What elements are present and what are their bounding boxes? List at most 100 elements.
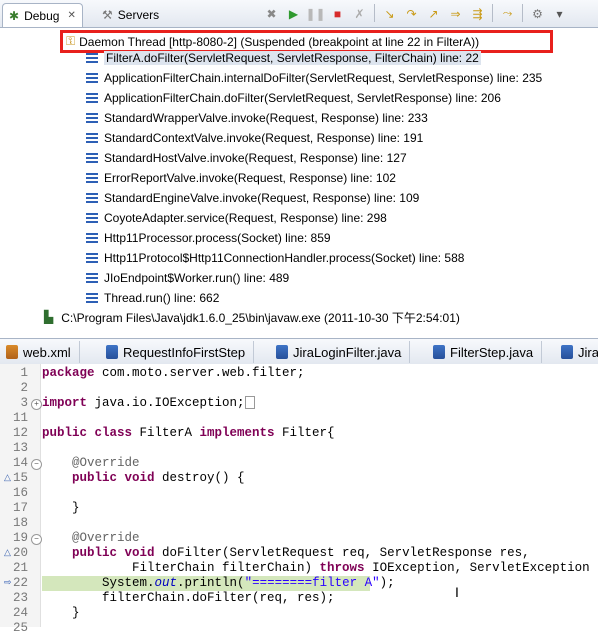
terminate-icon[interactable]: ■	[328, 4, 347, 23]
code-text: public void doFilter(ServletRequest req,…	[72, 546, 530, 560]
disconnect-icon[interactable]: ✗	[350, 4, 369, 23]
step-over-icon[interactable]: ↷	[402, 4, 421, 23]
line-number: 24	[12, 606, 28, 620]
stack-frame[interactable]: CoyoteAdapter.service(Request, Response)…	[86, 208, 387, 228]
stack-frame-label: FilterA.doFilter(ServletRequest, Servlet…	[104, 51, 481, 65]
editor-tab-label: FilterStep.java	[450, 344, 534, 360]
code-line: 14− @Override	[0, 456, 598, 471]
stack-frame-label: Http11Processor.process(Socket) line: 85…	[104, 231, 331, 245]
stack-frame[interactable]: JIoEndpoint$Worker.run() line: 489	[86, 268, 289, 288]
suspend-icon[interactable]: ❚❚	[305, 4, 325, 23]
editor-tab-label: JiraLoginFilter.java	[293, 344, 402, 360]
code-text: filterChain.doFilter(req, res);	[42, 591, 335, 605]
stack-frame[interactable]: Thread.run() line: 662	[86, 288, 219, 308]
code-line: 21 FilterChain filterChain) throws IOExc…	[0, 561, 598, 576]
java-file-icon	[106, 345, 118, 359]
tab-debug[interactable]: ✱ Debug ✕	[2, 3, 83, 27]
code-line: 3 + import java.io.IOException;	[0, 396, 598, 411]
stack-frame[interactable]: StandardHostValve.invoke(Request, Respon…	[86, 148, 407, 168]
servers-icon: ⚒	[102, 7, 113, 22]
code-text: @Override	[42, 456, 140, 470]
code-line: △ 20 public void doFilter(ServletRequest …	[0, 546, 598, 561]
code-line: 24 }	[0, 606, 598, 621]
code-line: 1 package com.moto.server.web.filter;	[0, 366, 598, 381]
line-number: 2	[20, 381, 28, 395]
stack-frame-label: CoyoteAdapter.service(Request, Response)…	[104, 211, 387, 225]
stack-frame[interactable]: Http11Processor.process(Socket) line: 85…	[86, 228, 331, 248]
code-text: package com.moto.server.web.filter;	[42, 366, 305, 380]
stack-frame-icon	[86, 193, 98, 203]
editor-tab-label: RequestInfoFirstStep	[123, 344, 246, 360]
editor-tab-requestinfo[interactable]: RequestInfoFirstStep	[100, 341, 255, 363]
stack-frame[interactable]: FilterA.doFilter(ServletRequest, Servlet…	[86, 48, 481, 68]
line-number: 21	[12, 561, 28, 575]
close-icon[interactable]: ✕	[67, 10, 75, 21]
view-menu-icon[interactable]: ⚙	[528, 4, 547, 23]
step-into-icon[interactable]: ↘	[380, 4, 399, 23]
step-filter-toggle-icon[interactable]: ⤳	[498, 4, 517, 23]
fold-collapse-icon[interactable]: −	[31, 459, 42, 470]
code-editor[interactable]: 1 package com.moto.server.web.filter; 2 3…	[0, 364, 598, 635]
xml-file-icon	[6, 345, 18, 359]
code-text: }	[42, 606, 80, 620]
stack-frame-icon	[86, 73, 98, 83]
collapsed-imports-icon[interactable]	[244, 396, 255, 410]
toolbar-separator	[374, 4, 375, 22]
chevron-down-icon[interactable]: ▾	[550, 4, 569, 23]
resume-icon[interactable]: ▶	[284, 4, 303, 23]
stack-frame-label: Http11Protocol$Http11ConnectionHandler.p…	[104, 251, 465, 265]
java-file-icon	[276, 345, 288, 359]
editor-tab-web-xml[interactable]: web.xml	[0, 341, 80, 363]
stack-frame-label: ErrorReportValve.invoke(Request, Respons…	[104, 171, 396, 185]
debug-tabbar: ✱ Debug ✕ ⚒ Servers ✖ ▶ ❚❚ ■ ✗ ↘ ↷ ↗ ⇒ ⇶…	[0, 0, 598, 28]
code-line: 17 }	[0, 501, 598, 516]
stack-frame-label: ApplicationFilterChain.internalDoFilter(…	[104, 71, 543, 85]
process-row[interactable]: ▙ C:\Program Files\Java\jdk1.6.0_25\bin\…	[44, 307, 460, 327]
line-number: 22	[12, 576, 28, 590]
stack-frame[interactable]: StandardContextValve.invoke(Request, Res…	[86, 128, 423, 148]
stack-frame-icon	[86, 253, 98, 263]
code-text: System.out.println("========filter A");	[42, 576, 395, 591]
code-line: 25	[0, 621, 598, 636]
line-number: 1	[20, 366, 28, 380]
code-line: 23 filterChain.doFilter(req, res);	[0, 591, 598, 606]
stack-frame[interactable]: StandardWrapperValve.invoke(Request, Res…	[86, 108, 428, 128]
stack-frame-label: Thread.run() line: 662	[104, 291, 220, 305]
line-number: 17	[12, 501, 28, 515]
fold-expand-icon[interactable]: +	[31, 399, 42, 410]
java-file-icon	[561, 345, 573, 359]
toolbar-separator	[522, 4, 523, 22]
debug-toolbar: ✖ ▶ ❚❚ ■ ✗ ↘ ↷ ↗ ⇒ ⇶ ⤳ ⚙ ▾	[262, 4, 569, 23]
stack-frame[interactable]: ErrorReportValve.invoke(Request, Respons…	[86, 168, 396, 188]
stack-frame[interactable]: ApplicationFilterChain.doFilter(ServletR…	[86, 88, 501, 108]
drop-to-frame-icon[interactable]: ⇒	[446, 4, 465, 23]
code-line: 2	[0, 381, 598, 396]
stack-frame[interactable]: StandardEngineValve.invoke(Request, Resp…	[86, 188, 419, 208]
process-icon: ▙	[44, 310, 54, 324]
line-number: 15	[12, 471, 28, 485]
stack-frame[interactable]: Http11Protocol$Http11ConnectionHandler.p…	[86, 248, 464, 268]
line-number: 18	[12, 516, 28, 530]
stack-frame-icon	[86, 233, 98, 243]
editor-tab-label: web.xml	[23, 344, 71, 360]
stack-frame[interactable]: ApplicationFilterChain.internalDoFilter(…	[86, 68, 542, 88]
toolbar-separator	[492, 4, 493, 22]
stack-frame-label: StandardWrapperValve.invoke(Request, Res…	[104, 111, 428, 125]
editor-tab-jira[interactable]: Jira	[555, 341, 598, 363]
editor-tab-filterstep[interactable]: FilterStep.java	[427, 341, 543, 363]
editor-tab-jiraloginfilter[interactable]: JiraLoginFilter.java	[270, 341, 411, 363]
step-return-icon[interactable]: ↗	[424, 4, 443, 23]
use-step-filters-icon[interactable]: ⇶	[468, 4, 487, 23]
code-line: 12 public class FilterA implements Filter…	[0, 426, 598, 441]
code-text: @Override	[42, 531, 140, 545]
line-number: 3	[20, 396, 28, 410]
remove-launch-icon[interactable]: ✖	[262, 4, 281, 23]
code-line-current: ⇨ 22 System.out.println("========filter A…	[0, 576, 598, 591]
java-file-icon	[433, 345, 445, 359]
fold-collapse-icon[interactable]: −	[31, 534, 42, 545]
editor-tabbar: web.xml RequestInfoFirstStep JiraLoginFi…	[0, 338, 598, 365]
stack-frame-icon	[86, 153, 98, 163]
tab-servers[interactable]: ⚒ Servers	[96, 3, 165, 26]
stack-frame-icon	[86, 133, 98, 143]
code-text: import java.io.IOException;	[42, 396, 255, 411]
